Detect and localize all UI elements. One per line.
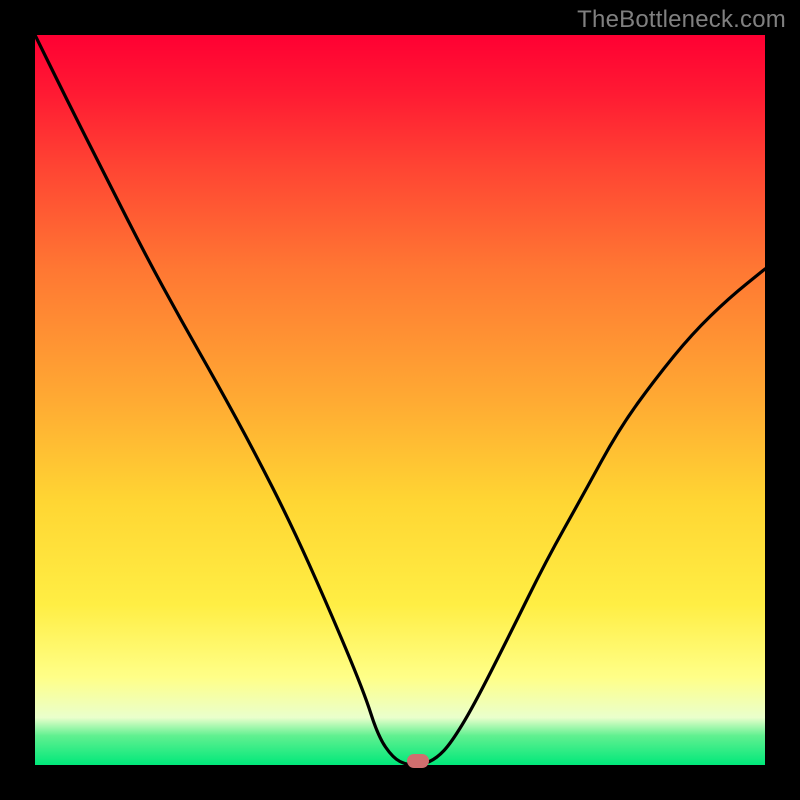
optimal-point-marker	[407, 754, 429, 768]
chart-frame: TheBottleneck.com	[0, 0, 800, 800]
bottleneck-curve	[35, 35, 765, 765]
watermark-text: TheBottleneck.com	[577, 6, 786, 34]
plot-area	[35, 35, 765, 765]
